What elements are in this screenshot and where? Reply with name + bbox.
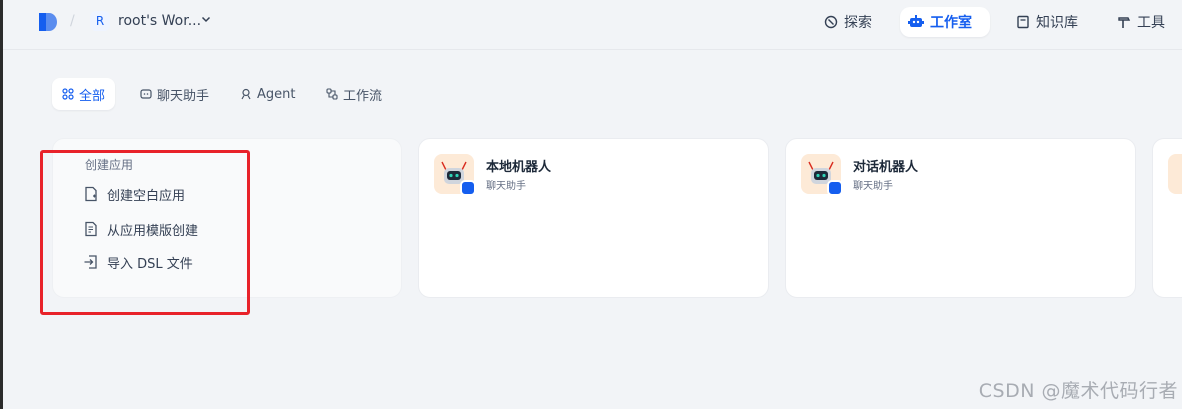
- app-card[interactable]: 本地机器人 聊天助手: [418, 138, 769, 298]
- tab-chat-assistant-label: 聊天助手: [157, 88, 210, 104]
- chat-icon: [140, 89, 152, 99]
- app-type: 聊天助手: [853, 181, 893, 192]
- grid-icon: [62, 88, 74, 100]
- app-card[interactable]: 对话机器人 聊天助手: [785, 138, 1136, 298]
- tab-all-label: 全部: [79, 88, 106, 104]
- watermark-text: CSDN @魔术代码行者: [978, 380, 1178, 402]
- nav-studio[interactable]: 工作室: [900, 7, 990, 37]
- workflow-icon: [326, 88, 338, 100]
- nav-studio-label: 工作室: [930, 15, 972, 31]
- chat-badge-icon: [460, 180, 476, 196]
- workspace-avatar[interactable]: R: [90, 11, 110, 31]
- app-name: 本地机器人: [486, 160, 552, 175]
- breadcrumb-separator: /: [70, 13, 75, 29]
- app-robot-icon: [434, 154, 476, 196]
- tab-agent[interactable]: Agent: [230, 78, 305, 110]
- workspace-name[interactable]: root's Wor...: [118, 13, 201, 29]
- app-robot-icon: [1168, 154, 1182, 194]
- nav-tools-label: 工具: [1137, 15, 1165, 31]
- app-name: 对话机器人: [853, 160, 919, 175]
- highlight-annotation-box: [40, 150, 250, 315]
- nav-knowledge-label: 知识库: [1036, 15, 1078, 31]
- nav-knowledge[interactable]: 知识库: [1008, 7, 1086, 37]
- book-icon: [1017, 15, 1029, 29]
- hammer-icon: [1118, 17, 1131, 28]
- chevron-down-icon[interactable]: [201, 14, 211, 24]
- tab-workflow-label: 工作流: [343, 88, 383, 104]
- tab-chat-assistant[interactable]: 聊天助手: [130, 78, 219, 110]
- app-robot-icon: [801, 154, 843, 196]
- top-bar: / R root's Wor... 探索 工作室 知识库 工具: [3, 0, 1182, 50]
- app-type: 聊天助手: [486, 181, 526, 192]
- dify-logo-icon[interactable]: [39, 12, 57, 32]
- agent-icon: [241, 88, 251, 100]
- tab-workflow[interactable]: 工作流: [316, 78, 392, 110]
- chat-badge-icon: [827, 180, 843, 196]
- nav-tools[interactable]: 工具: [1109, 7, 1173, 37]
- tab-all[interactable]: 全部: [52, 78, 116, 110]
- robot-icon: [908, 15, 924, 27]
- nav-explore[interactable]: 探索: [816, 7, 880, 37]
- nav-explore-label: 探索: [844, 15, 872, 31]
- app-card-partial[interactable]: [1152, 138, 1182, 298]
- tab-agent-label: Agent: [257, 86, 296, 102]
- compass-icon: [824, 15, 838, 29]
- window-edge: [0, 0, 3, 409]
